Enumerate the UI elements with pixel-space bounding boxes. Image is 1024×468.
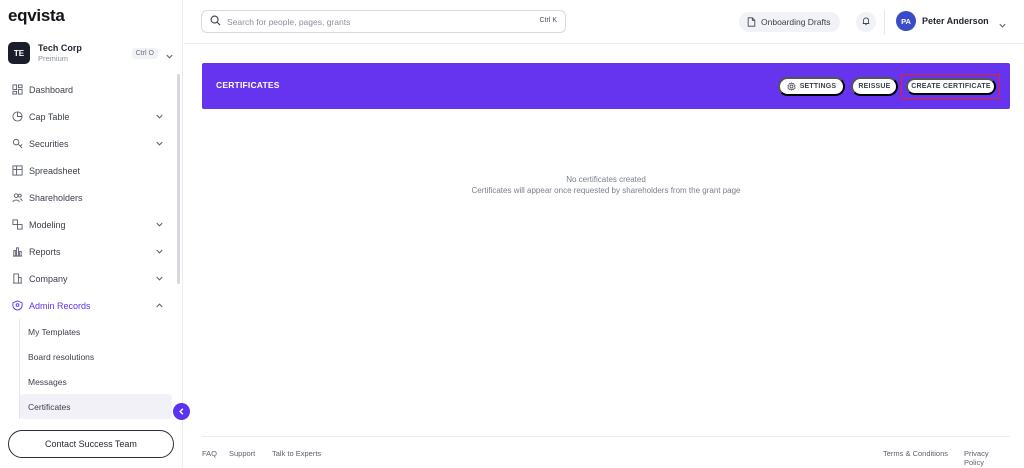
sidebar-item-label: Modeling	[29, 219, 66, 230]
dashboard-icon	[12, 84, 23, 95]
bell-icon	[861, 13, 871, 31]
sidebar-item-reports[interactable]: Reports	[0, 238, 176, 265]
footer-link-privacy[interactable]: Privacy Policy	[964, 449, 1010, 467]
footer-link-faq[interactable]: FAQ	[202, 449, 217, 458]
org-switcher[interactable]: TE Tech Corp Premium Ctrl O	[8, 40, 176, 66]
sidebar: eqvista TE Tech Corp Premium Ctrl O Dash…	[0, 0, 183, 468]
sidebar-item-label: Company	[29, 273, 68, 284]
search-icon	[210, 13, 221, 31]
collapse-sidebar-button[interactable]	[173, 403, 190, 420]
sidebar-item-label: Spreadsheet	[29, 165, 81, 176]
empty-state-title: No certificates created	[566, 175, 646, 184]
org-plan: Premium	[38, 53, 69, 63]
chevron-left-icon	[177, 403, 186, 421]
submenu-item-messages[interactable]: Messages	[20, 369, 176, 394]
create-certificate-highlight: CREATE CERTIFICATE	[901, 74, 1000, 99]
admin-records-submenu: My Templates Board resolutions Messages …	[19, 319, 176, 419]
users-icon	[12, 192, 23, 203]
onboarding-drafts-button[interactable]: Onboarding Drafts	[739, 12, 841, 32]
sidebar-item-label: Dashboard	[29, 84, 74, 95]
company-icon	[12, 273, 23, 284]
org-shortcut: Ctrl O	[131, 48, 158, 59]
sidebar-item-label: Shareholders	[29, 192, 83, 203]
reissue-button[interactable]: REISSUE	[851, 77, 898, 96]
user-menu[interactable]: PA Peter Anderson	[896, 11, 1006, 31]
notifications-button[interactable]	[856, 12, 876, 32]
sidebar-nav: Dashboard Cap Table Securities Spreadshe…	[0, 76, 176, 419]
certificates-banner: CERTIFICATES SETTINGS REISSUE CREATE CER…	[202, 63, 1010, 109]
user-name: Peter Anderson	[922, 16, 989, 26]
chevron-up-icon	[155, 301, 164, 312]
reports-icon	[12, 246, 23, 257]
securities-icon	[12, 138, 23, 149]
sidebar-item-cap-table[interactable]: Cap Table	[0, 103, 176, 130]
chevron-down-icon	[155, 247, 164, 258]
avatar: PA	[896, 11, 916, 31]
chevron-down-icon	[165, 48, 174, 66]
footer-link-talk-to-experts[interactable]: Talk to Experts	[272, 449, 321, 458]
footer-link-support[interactable]: Support	[229, 449, 255, 458]
search-shortcut: Ctrl K	[539, 17, 558, 24]
page-footer: FAQ Support Talk to Experts Terms & Cond…	[202, 436, 1010, 468]
sidebar-scrollbar[interactable]	[177, 74, 180, 284]
sidebar-item-label: Admin Records	[29, 300, 91, 311]
sidebar-item-label: Cap Table	[29, 111, 70, 122]
footer-link-terms[interactable]: Terms & Conditions	[883, 449, 948, 458]
chevron-down-icon	[998, 17, 1007, 35]
sidebar-item-admin-records[interactable]: Admin Records	[0, 292, 176, 319]
search-input[interactable]	[227, 16, 507, 27]
chevron-down-icon	[155, 220, 164, 231]
gear-icon	[786, 82, 796, 91]
shield-icon	[12, 300, 23, 311]
create-certificate-button[interactable]: CREATE CERTIFICATE	[906, 78, 996, 95]
org-avatar: TE	[8, 42, 30, 64]
chevron-down-icon	[155, 139, 164, 150]
chevron-down-icon	[155, 274, 164, 285]
header-divider	[884, 10, 885, 34]
sidebar-item-modeling[interactable]: Modeling	[0, 211, 176, 238]
submenu-item-my-templates[interactable]: My Templates	[20, 319, 176, 344]
modeling-icon	[12, 219, 23, 230]
search-bar[interactable]: Ctrl K	[201, 10, 566, 33]
sidebar-item-label: Securities	[29, 138, 69, 149]
document-icon	[747, 17, 756, 27]
settings-label: SETTINGS	[799, 83, 837, 90]
empty-state-subtitle: Certificates will appear once requested …	[471, 186, 741, 195]
app-logo[interactable]: eqvista	[8, 6, 65, 26]
submenu-item-certificates[interactable]: Certificates	[20, 394, 172, 419]
page-title: CERTIFICATES	[216, 80, 280, 90]
org-name: Tech Corp	[38, 42, 82, 53]
sidebar-item-dashboard[interactable]: Dashboard	[0, 76, 176, 103]
settings-button[interactable]: SETTINGS	[778, 77, 845, 96]
sidebar-item-company[interactable]: Company	[0, 265, 176, 292]
chevron-down-icon	[155, 112, 164, 123]
onboarding-drafts-label: Onboarding Drafts	[761, 17, 831, 27]
sidebar-item-shareholders[interactable]: Shareholders	[0, 184, 176, 211]
contact-success-team-button[interactable]: Contact Success Team	[8, 430, 174, 458]
sidebar-item-spreadsheet[interactable]: Spreadsheet	[0, 157, 176, 184]
pie-chart-icon	[12, 111, 23, 122]
submenu-item-board-resolutions[interactable]: Board resolutions	[20, 344, 176, 369]
sidebar-item-label: Reports	[29, 246, 61, 257]
top-header: Ctrl K Onboarding Drafts PA Peter Anders…	[184, 0, 1024, 44]
sidebar-item-securities[interactable]: Securities	[0, 130, 176, 157]
spreadsheet-icon	[12, 165, 23, 176]
